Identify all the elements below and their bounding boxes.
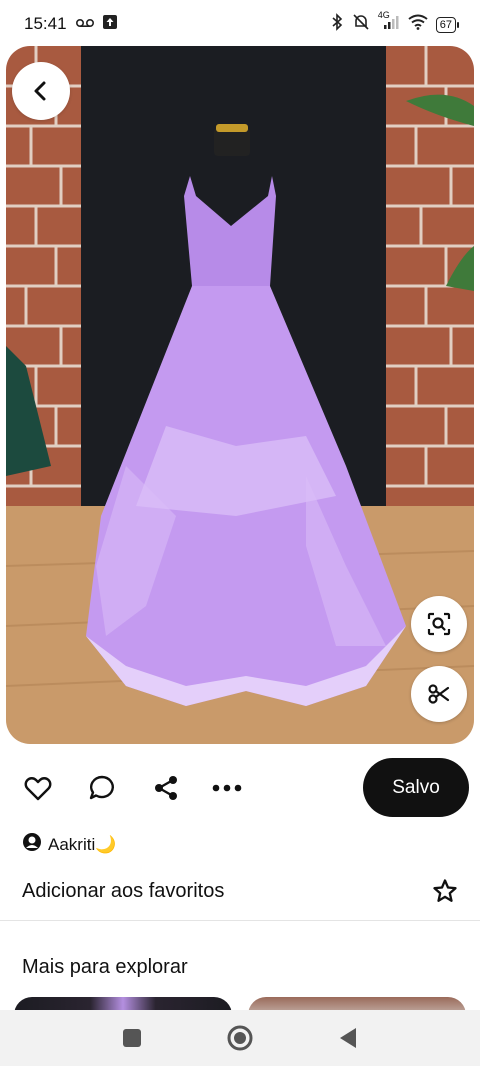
lens-search-icon	[427, 612, 451, 636]
home-button[interactable]	[224, 1022, 256, 1054]
battery-indicator: 67	[435, 16, 460, 33]
mute-bell-icon	[352, 13, 370, 36]
bluetooth-icon	[330, 13, 344, 36]
cutout-button[interactable]	[411, 666, 467, 722]
wifi-icon	[408, 14, 428, 35]
pin-action-bar: Salvo	[0, 758, 480, 818]
comment-button[interactable]	[86, 772, 118, 804]
square-icon	[123, 1029, 141, 1047]
recents-button[interactable]	[116, 1022, 148, 1054]
creator-row[interactable]: Aakriti🌙	[22, 832, 116, 857]
more-options-button[interactable]	[211, 772, 243, 804]
circle-home-icon	[227, 1025, 253, 1051]
back-nav-button[interactable]	[332, 1022, 364, 1054]
comment-icon	[89, 775, 114, 800]
favorites-label: Adicionar aos favoritos	[22, 880, 225, 902]
star-icon[interactable]	[432, 878, 458, 909]
status-time: 15:41	[24, 14, 67, 33]
share-icon	[155, 776, 177, 800]
creator-name: Aakriti🌙	[48, 834, 117, 854]
like-button[interactable]	[22, 772, 54, 804]
share-button[interactable]	[150, 772, 182, 804]
add-to-favorites-row[interactable]: Adicionar aos favoritos	[0, 862, 480, 921]
pin-image[interactable]	[6, 46, 474, 744]
triangle-back-icon	[340, 1028, 356, 1048]
heart-icon	[24, 777, 52, 801]
system-navigation-bar	[0, 1010, 480, 1066]
scissors-icon	[428, 684, 450, 704]
upload-icon	[102, 14, 118, 35]
signal-icon: 4G	[378, 10, 400, 35]
more-icon	[212, 784, 242, 792]
dress-photo	[6, 46, 474, 744]
more-to-explore-title: Mais para explorar	[22, 956, 188, 978]
voicemail-icon	[75, 16, 95, 34]
back-button[interactable]	[12, 62, 70, 120]
chevron-left-icon	[34, 81, 46, 101]
status-bar: 15:41 4G 67	[0, 0, 480, 46]
network-type: 4G	[377, 10, 390, 20]
save-button[interactable]: Salvo	[363, 758, 469, 817]
avatar	[22, 832, 42, 857]
visual-search-button[interactable]	[411, 596, 467, 652]
